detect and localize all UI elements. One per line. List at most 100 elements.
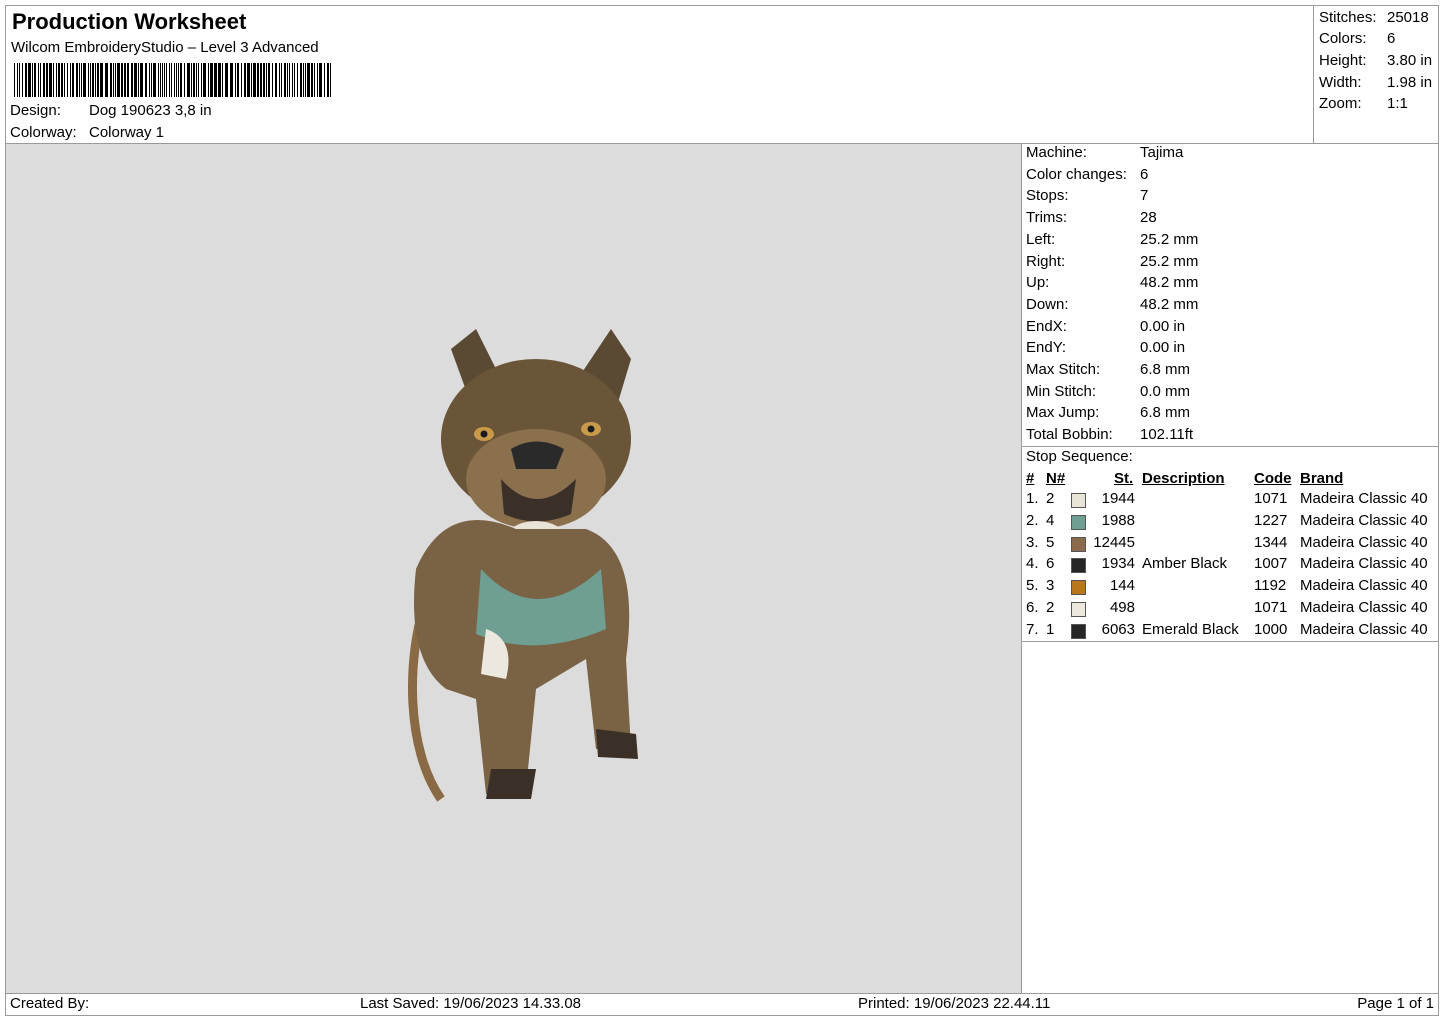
colorway-label: Colorway: xyxy=(10,124,77,141)
divider xyxy=(1022,446,1438,447)
color-swatch xyxy=(1071,514,1086,530)
needle-number: 3 xyxy=(1046,577,1055,595)
machine-info-label: Total Bobbin: xyxy=(1026,426,1113,444)
machine-info-label: Down: xyxy=(1026,295,1069,313)
col-stitches-header: St. xyxy=(1114,470,1134,487)
stitches-value: 25018 xyxy=(1387,9,1429,26)
table-row: 3. 5 12445 1344 Madeira Classic 40 xyxy=(1022,534,1440,555)
last-saved: Last Saved: 19/06/2023 14.33.08 xyxy=(360,995,582,1012)
thread-code: 1000 xyxy=(1254,620,1288,638)
row-number: 4. xyxy=(1026,555,1039,573)
machine-info-label: Max Jump: xyxy=(1026,404,1100,422)
col-code-header: Code xyxy=(1254,470,1292,487)
machine-info-value: 7 xyxy=(1140,187,1149,205)
info-panel: Machine: Tajima Color changes: 6 Stops: 7 Trim… xyxy=(1021,143,1439,994)
worksheet-header: Production Worksheet Wilcom EmbroiderySt… xyxy=(5,5,1314,144)
col-brand-header: Brand xyxy=(1300,470,1344,487)
table-row: 6. 2 498 1071 Madeira Classic 40 xyxy=(1022,599,1440,620)
row-number: 5. xyxy=(1026,577,1039,595)
colors-label: Colors: xyxy=(1319,30,1367,47)
page-number: Page 1 of 1 xyxy=(1357,995,1434,1012)
stitch-count: 12445 xyxy=(1093,533,1135,551)
divider xyxy=(1022,641,1438,642)
design-row: Design: Dog 190623 3,8 in xyxy=(10,102,212,119)
needle-number: 5 xyxy=(1046,533,1055,551)
stitches-label: Stitches: xyxy=(1319,9,1377,26)
design-preview xyxy=(5,143,1022,994)
thread-code: 1227 xyxy=(1254,511,1288,529)
thread-brand: Madeira Classic 40 xyxy=(1300,490,1428,507)
row-number: 3. xyxy=(1026,533,1039,551)
stitches-row: Stitches: 25018 xyxy=(1319,9,1429,26)
barcode-image xyxy=(14,63,331,97)
machine-info-value: Tajima xyxy=(1140,144,1184,161)
machine-info-value: 25.2 mm xyxy=(1140,252,1199,270)
machine-info-label: Max Stitch: xyxy=(1026,361,1101,378)
machine-info-label: Right: xyxy=(1026,252,1066,270)
stitch-count: 498 xyxy=(1109,599,1135,616)
stop-sequence-title: Stop Sequence: xyxy=(1026,448,1133,465)
stitch-count: 6063 xyxy=(1101,620,1135,638)
machine-info-label: EndX: xyxy=(1026,317,1067,335)
width-row: Width: 1.98 in xyxy=(1319,74,1432,91)
stitch-count: 144 xyxy=(1109,577,1135,595)
height-row: Height: 3.80 in xyxy=(1319,52,1432,69)
table-row: 5. 3 144 1192 Madeira Classic 40 xyxy=(1022,577,1440,598)
thread-brand: Madeira Classic 40 xyxy=(1300,511,1428,529)
machine-info-label: Stops: xyxy=(1026,187,1069,205)
machine-info-value: 6 xyxy=(1140,165,1149,183)
page-title: Production Worksheet xyxy=(12,9,247,34)
table-row: 4. 6 1934 Amber Black 1007 Madeira Classic 40 xyxy=(1022,555,1440,576)
needle-number: 2 xyxy=(1046,599,1055,616)
machine-info-label: Up: xyxy=(1026,274,1050,292)
stitch-count: 1988 xyxy=(1101,511,1135,529)
software-name: Wilcom EmbroideryStudio – Level 3 Advanc… xyxy=(11,39,319,56)
width-label: Width: xyxy=(1319,74,1362,91)
thread-brand: Madeira Classic 40 xyxy=(1300,620,1428,638)
table-row: 1. 2 1944 1071 Madeira Classic 40 xyxy=(1022,490,1440,511)
thread-brand: Madeira Classic 40 xyxy=(1300,533,1428,551)
machine-info-value: 48.2 mm xyxy=(1140,295,1199,313)
machine-info-value: 6.8 mm xyxy=(1140,404,1191,422)
machine-info-label: Left: xyxy=(1026,230,1056,248)
height-value: 3.80 in xyxy=(1387,52,1433,69)
needle-number: 4 xyxy=(1046,511,1055,529)
machine-info-value: 0.00 in xyxy=(1140,317,1186,335)
colors-row: Colors: 6 xyxy=(1319,30,1395,47)
thread-description: Emerald Black xyxy=(1142,620,1239,638)
machine-info-label: EndY: xyxy=(1026,339,1067,357)
machine-info-label: Machine: xyxy=(1026,144,1087,161)
table-row: 7. 1 6063 Emerald Black 1000 Madeira Classic … xyxy=(1022,621,1440,642)
thread-brand: Madeira Classic 40 xyxy=(1300,577,1428,595)
dog-embroidery-image xyxy=(408,329,638,802)
col-num-header: # xyxy=(1026,470,1035,487)
color-swatch xyxy=(1071,536,1086,552)
width-value: 1.98 in xyxy=(1387,74,1433,91)
created-by: Created By: xyxy=(10,995,90,1012)
table-row: 2. 4 1988 1227 Madeira Classic 40 xyxy=(1022,512,1440,533)
thread-code: 1344 xyxy=(1254,533,1288,551)
color-swatch xyxy=(1071,558,1086,574)
needle-number: 6 xyxy=(1046,555,1055,573)
row-number: 2. xyxy=(1026,511,1039,529)
stitch-count: 1944 xyxy=(1101,490,1135,507)
design-value: Dog 190623 3,8 in xyxy=(89,102,212,119)
machine-info-value: 0.0 mm xyxy=(1140,382,1191,400)
col-needle-header: N# xyxy=(1046,470,1066,487)
colors-value: 6 xyxy=(1387,30,1396,47)
thread-description: Amber Black xyxy=(1142,555,1228,573)
machine-info-value: 102.11ft xyxy=(1140,426,1194,444)
thread-code: 1071 xyxy=(1254,490,1288,507)
stitch-count: 1934 xyxy=(1101,555,1135,573)
zoom-label: Zoom: xyxy=(1319,95,1362,112)
row-number: 7. xyxy=(1026,620,1039,638)
summary-panel: Stitches: 25018 Colors: 6 Height: 3.80 i… xyxy=(1313,5,1439,144)
row-number: 1. xyxy=(1026,490,1039,507)
machine-info-label: Trims: xyxy=(1026,209,1068,227)
machine-info-value: 48.2 mm xyxy=(1140,274,1199,292)
machine-info-value: 28 xyxy=(1140,209,1157,227)
color-swatch xyxy=(1071,623,1086,639)
zoom-row: Zoom: 1:1 xyxy=(1319,95,1408,112)
printed-date: Printed: 19/06/2023 22.44.11 xyxy=(858,995,1051,1012)
needle-number: 1 xyxy=(1046,620,1055,638)
